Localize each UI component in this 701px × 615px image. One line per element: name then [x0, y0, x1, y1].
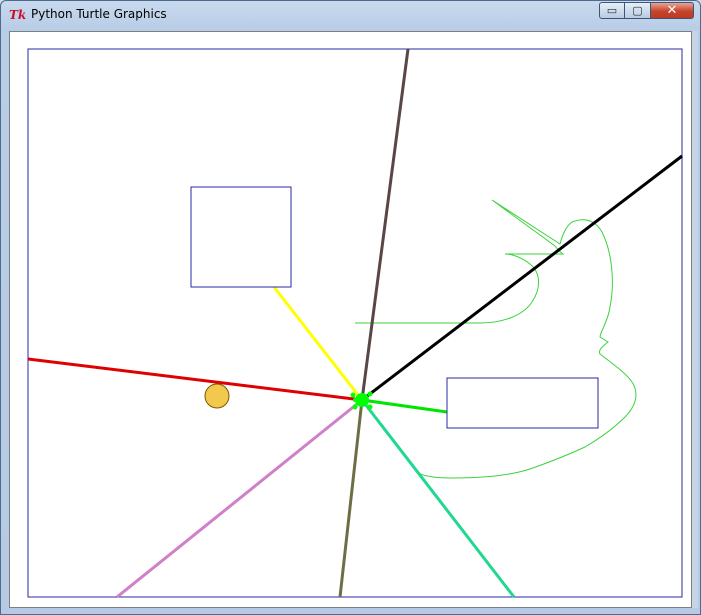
ray-green-line	[361, 398, 448, 414]
square-box	[190, 186, 292, 288]
ray-olive-line	[338, 399, 364, 598]
title-bar[interactable]: Tk Python Turtle Graphics ▭ ▢ ✕	[1, 1, 700, 29]
ray-red-line	[27, 357, 363, 402]
ray-pink-line	[116, 398, 363, 599]
window-controls: ▭ ▢ ✕	[599, 2, 694, 21]
ray-black-line	[361, 154, 683, 402]
rectangle-box	[446, 377, 599, 429]
turtle-canvas-frame	[9, 31, 692, 608]
ray-brown-line	[360, 48, 410, 401]
tk-icon: Tk	[9, 8, 27, 22]
turtle-window: Tk Python Turtle Graphics ▭ ▢ ✕	[0, 0, 701, 615]
squiggle-path	[355, 199, 637, 479]
minimize-icon: ▭	[606, 4, 618, 17]
turtle-canvas[interactable]	[10, 32, 691, 607]
maximize-button[interactable]: ▢	[625, 2, 651, 19]
ray-teal-line	[360, 399, 516, 598]
emoji-face-icon	[204, 383, 230, 409]
maximize-icon: ▢	[632, 4, 643, 17]
window-title: Python Turtle Graphics	[31, 7, 167, 21]
close-button[interactable]: ✕	[651, 2, 694, 19]
ray-yellow-line	[272, 286, 364, 401]
close-icon: ✕	[666, 3, 678, 18]
window-right-edge	[692, 31, 698, 608]
minimize-button[interactable]: ▭	[599, 2, 625, 19]
